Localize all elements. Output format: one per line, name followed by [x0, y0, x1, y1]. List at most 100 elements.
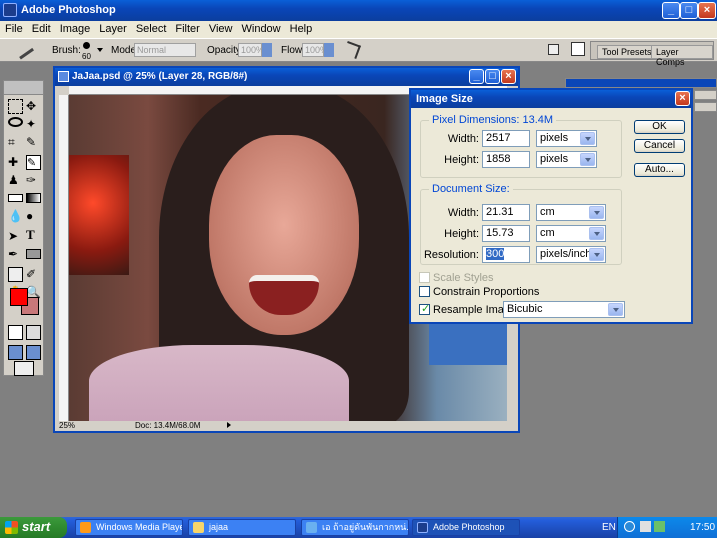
palette-toggle-icon[interactable] — [571, 42, 585, 56]
dodge-icon[interactable]: ● — [26, 209, 41, 224]
menu-file[interactable]: File — [0, 21, 27, 35]
resolution-unit[interactable]: pixels/inch — [536, 246, 606, 263]
app-title-bar[interactable]: Adobe Photoshop _ □ × — [0, 0, 717, 21]
tab-layer-comps[interactable]: Layer Comps — [651, 45, 713, 67]
magic-wand-icon[interactable]: ✦ — [26, 117, 41, 132]
start-button[interactable]: start — [0, 517, 67, 538]
tab-tool-presets[interactable]: Tool Presets — [597, 45, 657, 59]
doc-height-unit[interactable]: cm — [536, 225, 606, 242]
document-icon — [58, 71, 69, 82]
palette-strip-2[interactable] — [694, 90, 717, 100]
tray-volume-icon[interactable] — [640, 521, 651, 532]
eyedropper-icon[interactable]: ✐ — [26, 267, 41, 282]
menu-image[interactable]: Image — [55, 21, 95, 35]
document-title-bar[interactable]: JaJaa.psd @ 25% (Layer 28, RGB/8#) _ □ × — [55, 68, 518, 86]
brush-tool-icon[interactable] — [14, 40, 34, 60]
airbrush-icon[interactable] — [343, 41, 361, 59]
pixel-width-field[interactable]: 2517 — [482, 130, 530, 147]
foreground-color-swatch[interactable] — [10, 288, 28, 306]
document-maximize-button[interactable]: □ — [485, 69, 500, 84]
vertical-ruler[interactable] — [59, 95, 69, 421]
move-icon[interactable]: ✥ — [26, 99, 41, 114]
status-menu-arrow[interactable] — [227, 422, 231, 428]
pixel-width-unit[interactable]: pixels — [536, 130, 597, 147]
opacity-arrow[interactable] — [262, 43, 272, 57]
shape-icon[interactable] — [26, 249, 41, 259]
opacity-field[interactable]: 100% — [238, 43, 264, 57]
task-adobe-photoshop[interactable]: Adobe Photoshop — [412, 519, 520, 536]
pixel-width-label: Width: — [447, 133, 479, 145]
pixel-height-unit[interactable]: pixels — [536, 151, 597, 168]
document-minimize-button[interactable]: _ — [469, 69, 484, 84]
dialog-close-button[interactable]: × — [675, 91, 690, 106]
menu-help[interactable]: Help — [285, 21, 317, 35]
menu-filter[interactable]: Filter — [170, 21, 203, 35]
windows-logo-icon — [5, 521, 18, 534]
type-icon[interactable]: T — [26, 227, 41, 242]
screen-mode-icon[interactable] — [8, 345, 23, 360]
task-jajaa-folder[interactable]: jajaa — [188, 519, 296, 536]
jump-to-imageready-icon[interactable] — [14, 361, 34, 376]
eraser-icon[interactable] — [8, 194, 23, 202]
scale-styles-checkbox[interactable] — [419, 272, 430, 283]
system-tray: EN 17:50 — [602, 517, 717, 538]
quick-mask-icon[interactable] — [26, 325, 41, 340]
constrain-proportions-checkbox[interactable] — [419, 286, 430, 297]
ok-button[interactable]: OK — [634, 120, 685, 134]
menu-select[interactable]: Select — [131, 21, 171, 35]
flow-arrow[interactable] — [324, 43, 334, 57]
pixel-height-field[interactable]: 1858 — [482, 151, 530, 168]
doc-width-unit[interactable]: cm — [536, 204, 606, 221]
crop-icon[interactable]: ⌗ — [8, 135, 23, 150]
dialog-title-bar[interactable]: Image Size × — [411, 90, 691, 108]
language-indicator[interactable]: EN — [602, 522, 616, 533]
auto-button[interactable]: Auto... — [634, 163, 685, 177]
browser-icon — [306, 522, 317, 533]
notes-icon[interactable] — [8, 267, 23, 282]
path-select-icon[interactable]: ➤ — [8, 229, 23, 244]
menu-bar: File Edit Image Layer Select Filter View Window… — [0, 21, 717, 38]
pen-icon[interactable]: ✒ — [8, 247, 23, 262]
chevron-down-icon[interactable] — [97, 48, 103, 52]
minimize-button[interactable]: _ — [662, 2, 680, 19]
lasso-icon[interactable] — [8, 117, 23, 127]
mode-select[interactable]: Normal — [134, 43, 196, 57]
blur-icon[interactable]: 💧 — [8, 209, 23, 224]
slice-icon[interactable]: ✎ — [26, 135, 41, 150]
standard-mode-icon[interactable] — [8, 325, 23, 340]
task-windows-media-player[interactable]: Windows Media Player — [75, 519, 183, 536]
menu-layer[interactable]: Layer — [94, 21, 131, 35]
flow-field[interactable]: 100% — [302, 43, 328, 57]
menu-window[interactable]: Window — [237, 21, 285, 35]
doc-width-field[interactable]: 21.31 — [482, 204, 530, 221]
menu-edit[interactable]: Edit — [27, 21, 55, 35]
document-info[interactable]: Doc: 13.4M/68.0M — [135, 421, 200, 430]
resample-image-checkbox[interactable]: ✓ — [419, 303, 430, 315]
photoshop-task-icon — [417, 522, 428, 533]
dialog-title: Image Size — [416, 93, 473, 105]
brush-preview-dot[interactable] — [83, 42, 90, 49]
close-button[interactable]: × — [698, 2, 716, 19]
tray-network-icon[interactable] — [624, 521, 635, 532]
app-title: Adobe Photoshop — [21, 4, 116, 16]
maximize-button[interactable]: □ — [680, 2, 698, 19]
file-browser-icon[interactable] — [548, 44, 559, 55]
fullscreen-mode-icon[interactable] — [26, 345, 41, 360]
resolution-field[interactable]: 300 — [482, 246, 530, 263]
palette-strip-1[interactable] — [565, 78, 717, 88]
gradient-icon[interactable] — [26, 193, 41, 203]
doc-height-field[interactable]: 15.73 — [482, 225, 530, 242]
history-brush-icon[interactable]: ✑ — [26, 173, 41, 188]
brush-icon[interactable]: ✎ — [26, 155, 41, 170]
palette-strip-3[interactable] — [694, 102, 717, 112]
task-browser[interactable]: เอ ถ้าอยู่ดันพันกากหน่... — [301, 519, 409, 536]
healing-icon[interactable]: ✚ — [8, 155, 23, 170]
stamp-icon[interactable]: ♟ — [8, 173, 23, 188]
document-close-button[interactable]: × — [501, 69, 516, 84]
menu-view[interactable]: View — [204, 21, 237, 35]
marquee-icon[interactable] — [8, 99, 23, 114]
cancel-button[interactable]: Cancel — [634, 139, 685, 153]
resample-method-select[interactable]: Bicubic — [503, 301, 625, 318]
tray-monitor-icon[interactable] — [654, 521, 665, 532]
zoom-level[interactable]: 25% — [59, 421, 75, 430]
